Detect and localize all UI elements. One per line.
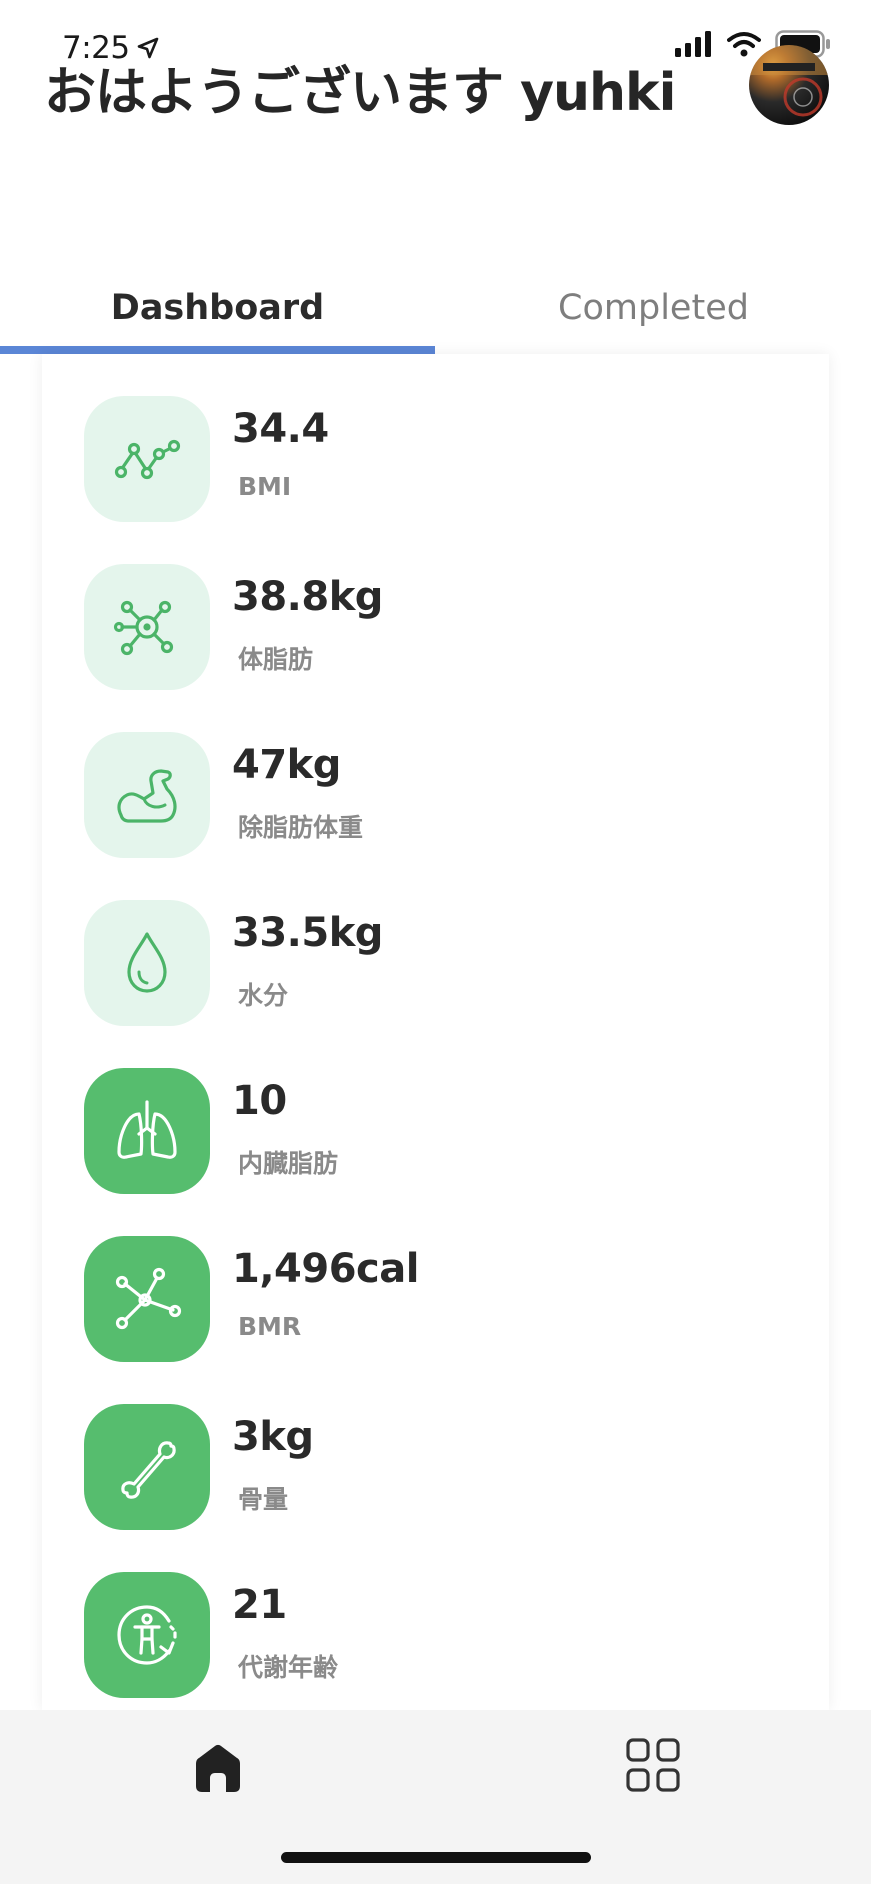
muscle-arm-icon bbox=[117, 769, 177, 823]
metric-label: 除脂肪体重 bbox=[238, 813, 364, 842]
network-nodes-icon bbox=[115, 1267, 182, 1330]
metric-icon-box bbox=[84, 1404, 210, 1530]
metric-label: BMR bbox=[238, 1312, 302, 1341]
metric-label: BMI bbox=[238, 472, 292, 501]
metric-icon-box bbox=[84, 1068, 210, 1194]
metric-item-bmr[interactable]: 1,496cal BMR bbox=[84, 1236, 784, 1364]
lungs-icon bbox=[117, 1100, 177, 1159]
metabolic-age-icon bbox=[117, 1605, 177, 1665]
nav-grid-button[interactable] bbox=[626, 1738, 680, 1792]
metric-value: 34.4 bbox=[232, 406, 329, 452]
home-icon bbox=[196, 1744, 240, 1792]
metrics-card: 34.4 BMI 38.8kg 体脂肪 47kg 除脂肪体重 33.5kg 水分… bbox=[42, 354, 829, 1710]
wifi-icon bbox=[727, 32, 761, 57]
active-tab-indicator bbox=[0, 346, 435, 354]
metric-item-visceral-fat[interactable]: 10 内臓脂肪 bbox=[84, 1068, 784, 1196]
metric-item-bmi[interactable]: 34.4 BMI bbox=[84, 396, 784, 524]
metric-item-lean-mass[interactable]: 47kg 除脂肪体重 bbox=[84, 732, 784, 860]
tab-bar: Dashboard Completed bbox=[0, 262, 871, 354]
water-drop-icon bbox=[127, 932, 167, 993]
metric-label: 水分 bbox=[238, 981, 289, 1010]
metric-label: 体脂肪 bbox=[238, 645, 314, 674]
tab-completed[interactable]: Completed bbox=[436, 262, 871, 354]
grid-icon bbox=[626, 1738, 680, 1792]
metric-value: 10 bbox=[232, 1078, 287, 1124]
metric-icon-box bbox=[84, 396, 210, 522]
molecule-icon bbox=[113, 600, 174, 656]
metric-icon-box bbox=[84, 564, 210, 690]
nav-home-button[interactable] bbox=[190, 1740, 246, 1796]
avatar[interactable] bbox=[749, 45, 829, 125]
metric-item-water[interactable]: 33.5kg 水分 bbox=[84, 900, 784, 1028]
greeting-title: おはようございます yuhki bbox=[44, 63, 676, 123]
metric-value: 1,496cal bbox=[232, 1246, 419, 1292]
metric-item-bone-mass[interactable]: 3kg 骨量 bbox=[84, 1404, 784, 1532]
tab-dashboard[interactable]: Dashboard bbox=[0, 262, 435, 354]
metric-value: 21 bbox=[232, 1582, 287, 1628]
metric-icon-box bbox=[84, 1236, 210, 1362]
metric-item-body-fat[interactable]: 38.8kg 体脂肪 bbox=[84, 564, 784, 692]
metric-label: 代謝年齢 bbox=[238, 1653, 339, 1682]
metric-icon-box bbox=[84, 1572, 210, 1698]
metric-value: 38.8kg bbox=[232, 574, 383, 620]
metric-label: 内臓脂肪 bbox=[238, 1149, 339, 1178]
metric-value: 33.5kg bbox=[232, 910, 383, 956]
signal-icon bbox=[675, 31, 711, 57]
avatar-photo bbox=[749, 45, 829, 117]
metric-label: 骨量 bbox=[238, 1485, 289, 1514]
metric-value: 3kg bbox=[232, 1414, 314, 1460]
metric-item-metabolic-age[interactable]: 21 代謝年齢 bbox=[84, 1572, 784, 1700]
metric-icon-box bbox=[84, 732, 210, 858]
metric-icon-box bbox=[84, 900, 210, 1026]
home-indicator bbox=[281, 1852, 591, 1863]
bone-icon bbox=[121, 1441, 176, 1499]
metric-value: 47kg bbox=[232, 742, 341, 788]
trend-chart-icon bbox=[114, 439, 181, 480]
